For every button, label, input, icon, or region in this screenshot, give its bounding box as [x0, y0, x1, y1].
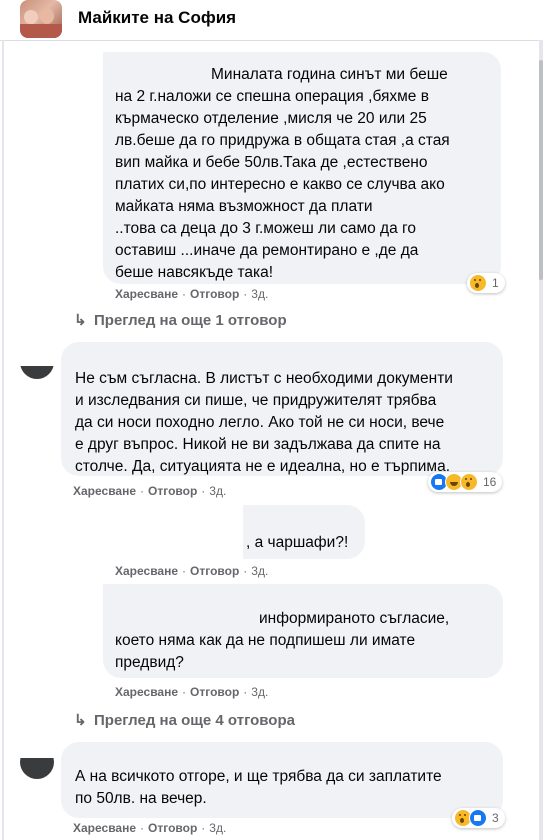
comment-text-line: , а чаршафи?!: [246, 534, 349, 551]
thread-line: [2, 40, 4, 840]
like-link[interactable]: Харесване: [115, 685, 178, 699]
comment-text-line: да си носи походно легло. Ако той не си …: [75, 414, 445, 431]
comment-text-line: което няма как да не подпишеш ли имате: [115, 632, 416, 649]
like-link[interactable]: Харесване: [115, 287, 178, 301]
reply-link[interactable]: Отговор: [190, 685, 239, 699]
comment-actions: Харесване · Отговор · 3д.: [115, 564, 269, 578]
comment-time[interactable]: 3д.: [251, 685, 268, 699]
view-more-replies[interactable]: ↳ Преглед на още 1 отговор: [74, 311, 287, 329]
comment-text-line: Миналата година синът ми беше: [211, 66, 448, 83]
comment-bubble: , а чаршафи?!: [103, 505, 365, 559]
reply-link[interactable]: Отговор: [148, 821, 197, 835]
redacted-author: [20, 740, 60, 758]
reaction-summary[interactable]: 3: [452, 808, 505, 828]
view-more-label: Преглед на още 1 отговор: [94, 312, 287, 329]
comment-text-line: и изследвания си пише, че придружителят …: [75, 392, 437, 409]
reply-link[interactable]: Отговор: [190, 564, 239, 578]
comment-actions: Харесване · Отговор · 3д.: [73, 821, 227, 835]
wow-reaction-icon: [469, 274, 487, 292]
group-avatar[interactable]: [20, 0, 62, 38]
comment-text-line: А на всичкото отгоре, и ще трябва да си …: [75, 768, 442, 785]
like-reaction-icon: [469, 809, 487, 827]
comment-bubble: Не съм съгласна. В листът с необходими д…: [61, 342, 503, 476]
group-header: Майките на София: [0, 0, 543, 41]
comment-bubble: А на всичкото отгоре, и ще трябва да си …: [61, 742, 503, 818]
comment-text-line: кърмаческо отделение ,мисля че 20 или 25: [115, 110, 427, 127]
like-link[interactable]: Харесване: [73, 484, 136, 498]
comment-text-line: е друг въпрос. Никой не ви задължава да …: [75, 436, 441, 453]
reply-arrow-icon: ↳: [74, 712, 87, 729]
reaction-count: 3: [492, 811, 499, 825]
scrollbar-thumb[interactable]: [539, 60, 543, 280]
view-more-label: Преглед на още 4 отговора: [94, 712, 295, 729]
comment-text-line: информираното съгласие,: [259, 610, 450, 627]
comment-time[interactable]: 3д.: [251, 564, 268, 578]
reaction-count: 1: [492, 276, 499, 290]
reply-link[interactable]: Отговор: [190, 287, 239, 301]
redacted-author: [103, 584, 253, 610]
like-link[interactable]: Харесване: [73, 821, 136, 835]
comment-text-line: по 50лв. на вечер.: [75, 790, 207, 807]
redacted-author: [20, 340, 60, 366]
reply-link[interactable]: Отговор: [148, 484, 197, 498]
comment-text-line: платих си,по интересно е какво се случва…: [115, 176, 445, 193]
wow-reaction-icon: [460, 473, 478, 491]
comment-actions: Харесване · Отговор · 3д.: [115, 287, 269, 301]
comment-text-line: предвид?: [115, 654, 184, 671]
reaction-summary[interactable]: 16: [428, 472, 503, 492]
redacted-author: [103, 52, 207, 76]
comment-bubble: Миналата година синът ми беше на 2 г.нал…: [103, 52, 501, 284]
comment-bubble: информираното съгласие, което няма как д…: [103, 584, 503, 678]
comment-text-line: столче. Да, ситуацията не е идеална, но …: [75, 458, 451, 475]
comment-text-line: лв.беше да го придружа в общата стая ,а …: [115, 132, 450, 149]
reply-arrow-icon: ↳: [74, 312, 87, 329]
comment-text-line: Не съм съгласна. В листът с необходими д…: [75, 370, 453, 387]
comment-text-line: майката няма възможност да плати: [115, 198, 373, 215]
comment-text-line: на 2 г.наложи се спешна операция ,бяхме …: [115, 88, 429, 105]
redacted-author: [103, 505, 243, 559]
comment-time[interactable]: 3д.: [209, 484, 226, 498]
view-more-replies[interactable]: ↳ Преглед на още 4 отговора: [74, 711, 295, 729]
reaction-count: 16: [483, 475, 497, 489]
comment-text-line: вип майка и бебе 50лв.Така де ,естествен…: [115, 154, 428, 171]
comment-time[interactable]: 3д.: [251, 287, 268, 301]
like-link[interactable]: Харесване: [115, 564, 178, 578]
comment-text-line: беше навсякъде така!: [115, 264, 274, 281]
comment-text-line: ..това са деца до 3 г.можеш ли само да г…: [115, 220, 416, 237]
group-title[interactable]: Майките на София: [78, 8, 236, 28]
comment-actions: Харесване · Отговор · 3д.: [73, 484, 227, 498]
comment-time[interactable]: 3д.: [209, 821, 226, 835]
comment-text-line: оставиш ...иначе да ремонтирано е ,де да: [115, 242, 419, 259]
reaction-summary[interactable]: 1: [467, 273, 505, 293]
comment-actions: Харесване · Отговор · 3д.: [115, 685, 269, 699]
